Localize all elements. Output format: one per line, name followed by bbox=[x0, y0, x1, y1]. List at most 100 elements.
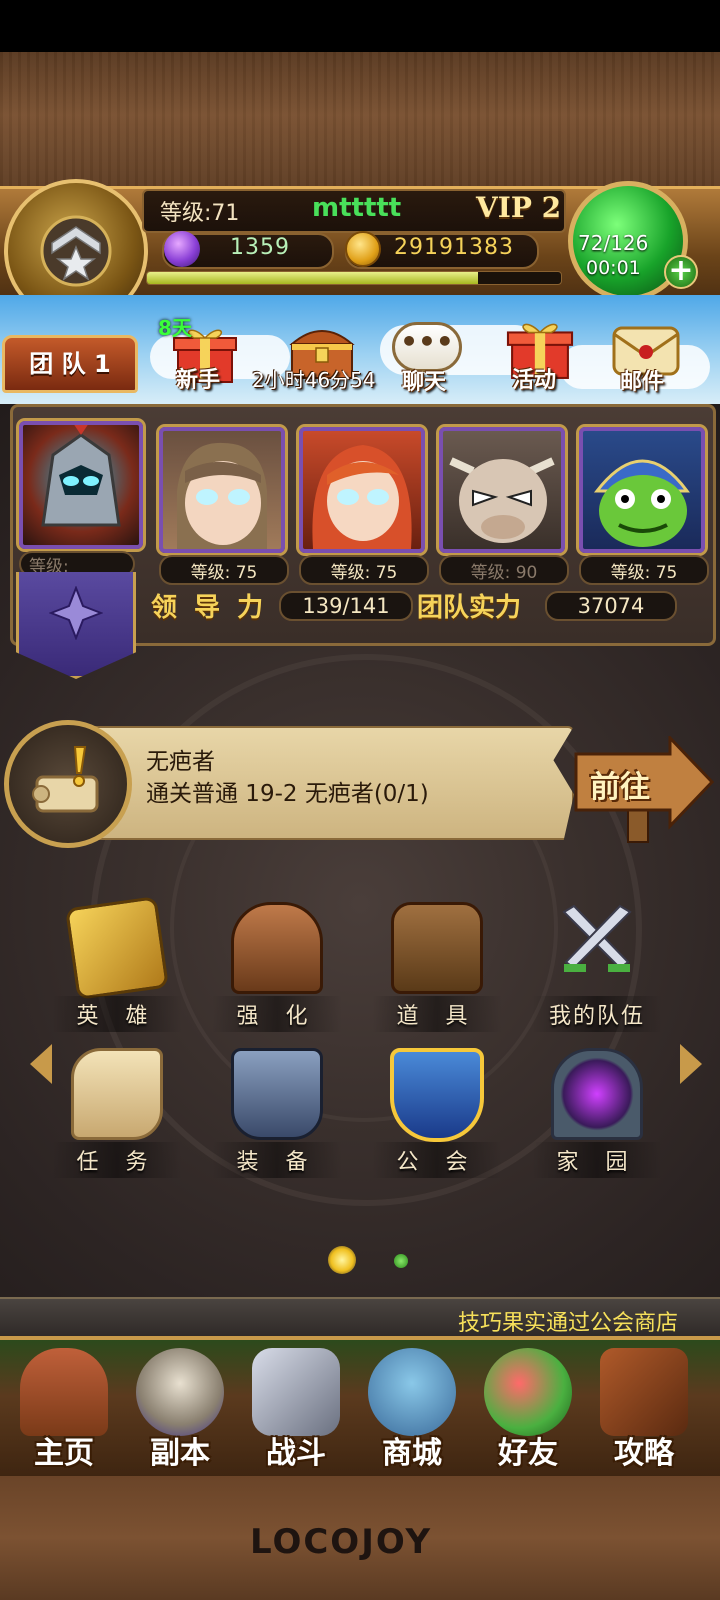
bull-hero-icon bbox=[449, 457, 555, 543]
stamina-timer: 00:01 bbox=[586, 257, 641, 279]
newbie-button[interactable]: 8天 新手 bbox=[158, 316, 250, 396]
hero-portrait-3[interactable] bbox=[439, 427, 565, 553]
exp-bar-fill bbox=[147, 272, 479, 284]
emblem-icon bbox=[49, 586, 103, 640]
next-page-arrow[interactable] bbox=[680, 1044, 702, 1084]
home-base-menu-button[interactable]: 家 园 bbox=[532, 1048, 662, 1178]
my-team-menu-button[interactable]: 我的队伍 bbox=[532, 902, 662, 1032]
brand-logo: LOCOJOY bbox=[250, 1522, 433, 1562]
stamina-value: 72/126 bbox=[578, 231, 649, 255]
guild-menu-button[interactable]: 公 会 bbox=[372, 1048, 502, 1178]
gold-count: 29191383 bbox=[394, 235, 514, 260]
equipment-menu-label: 装 备 bbox=[212, 1142, 342, 1178]
team-tab[interactable]: 团 队 1 bbox=[2, 335, 138, 393]
quest-title: 无疤者 bbox=[146, 749, 215, 775]
home-base-menu-label: 家 园 bbox=[532, 1142, 662, 1178]
nav-dungeon[interactable]: 副本 bbox=[124, 1344, 236, 1476]
gems-count: 1359 bbox=[230, 235, 290, 260]
star-chevron-icon bbox=[40, 215, 112, 287]
gold-coin-icon bbox=[345, 231, 381, 267]
frog-hero-icon bbox=[593, 459, 690, 547]
enhance-menu-button[interactable]: 强 化 bbox=[212, 902, 342, 1032]
elf-hero-icon bbox=[177, 442, 267, 549]
house-icon bbox=[20, 1348, 108, 1436]
nav-guide[interactable]: 攻略 bbox=[588, 1344, 700, 1476]
book-gear-icon bbox=[600, 1348, 688, 1436]
announcement-ticker: 技巧果实通过公会商店 bbox=[0, 1297, 720, 1341]
nav-guide-label: 攻略 bbox=[614, 1436, 674, 1471]
leadership-value: 139/141 bbox=[279, 591, 413, 621]
add-stamina-button[interactable]: + bbox=[664, 255, 698, 289]
activity-button[interactable]: 活动 bbox=[498, 316, 582, 396]
hero-menu-label: 英 雄 bbox=[52, 996, 182, 1032]
hero-level-2: 等级: 75 bbox=[299, 555, 429, 585]
quest-description: 通关普通 19-2 无疤者(0/1) bbox=[146, 781, 429, 807]
page-dot-inactive[interactable] bbox=[394, 1254, 408, 1268]
mail-label: 邮件 bbox=[620, 370, 665, 395]
hero-level-1: 等级: 75 bbox=[159, 555, 289, 585]
bottom-nav: 主页 副本 战斗 商城 好友 攻略 bbox=[0, 1336, 720, 1480]
ticker-text: 技巧果实通过公会商店 bbox=[458, 1311, 679, 1336]
quest-scroll-exclamation-icon bbox=[32, 746, 99, 813]
player-hud: 等级:71 mttttt VIP 2 1359 29191383 72/126 … bbox=[0, 179, 720, 323]
top-wood-border bbox=[0, 52, 720, 192]
hero-portrait-2[interactable] bbox=[299, 427, 425, 553]
quest-menu-label: 任 务 bbox=[52, 1142, 182, 1178]
nav-shop-label: 商城 bbox=[382, 1436, 442, 1471]
newbie-label: 新手 bbox=[176, 368, 221, 393]
equipment-menu-button[interactable]: 装 备 bbox=[212, 1048, 342, 1178]
my-team-menu-label: 我的队伍 bbox=[532, 996, 662, 1032]
items-menu-label: 道 具 bbox=[372, 996, 502, 1032]
page-dot-active[interactable] bbox=[328, 1246, 356, 1274]
chat-button[interactable]: ••• 聊天 bbox=[386, 318, 470, 398]
nav-friends-label: 好友 bbox=[498, 1436, 558, 1471]
quest-menu-button[interactable]: 任 务 bbox=[52, 1048, 182, 1178]
nav-home-label: 主页 bbox=[34, 1436, 94, 1471]
backpack-icon bbox=[391, 902, 483, 994]
chat-label: 聊天 bbox=[402, 370, 447, 395]
portal-gate-icon bbox=[551, 1048, 643, 1140]
guild-menu-label: 公 会 bbox=[372, 1142, 502, 1178]
nav-battle[interactable]: 战斗 bbox=[240, 1344, 352, 1476]
friends-icon bbox=[484, 1348, 572, 1436]
exp-bar bbox=[146, 271, 562, 285]
quest-banner[interactable]: 无疤者 通关普通 19-2 无疤者(0/1) 前往 bbox=[0, 720, 720, 856]
quest-scroll-icon bbox=[71, 1048, 163, 1140]
gem-icon bbox=[164, 231, 200, 267]
nav-dungeon-label: 副本 bbox=[150, 1436, 210, 1471]
nav-home[interactable]: 主页 bbox=[8, 1344, 120, 1476]
go-button-label: 前往 bbox=[590, 770, 650, 805]
player-level: 等级:71 bbox=[160, 201, 240, 226]
nav-friends[interactable]: 好友 bbox=[472, 1344, 584, 1476]
sword-axe-icon bbox=[252, 1348, 340, 1436]
skull-icon bbox=[136, 1348, 224, 1436]
nav-battle-label: 战斗 bbox=[266, 1436, 326, 1471]
nav-shop[interactable]: 商城 bbox=[356, 1344, 468, 1476]
go-button[interactable]: 前往 bbox=[574, 736, 714, 843]
team-power-value: 37074 bbox=[545, 591, 677, 621]
items-menu-button[interactable]: 道 具 bbox=[372, 902, 502, 1032]
bottom-wood-border: LOCOJOY bbox=[0, 1476, 720, 1600]
chest-button[interactable]: 2小时46分54 bbox=[252, 316, 378, 396]
quest-icon-ring bbox=[4, 720, 132, 848]
hero-level-4: 等级: 75 bbox=[579, 555, 709, 585]
vip-level[interactable]: VIP 2 bbox=[476, 191, 561, 224]
crossed-swords-icon bbox=[562, 904, 632, 972]
hero-level-3: 等级: 90 bbox=[439, 555, 569, 585]
leadership-label: 领 导 力 bbox=[151, 593, 268, 623]
anvil-icon bbox=[231, 1048, 323, 1140]
armored-hero-icon bbox=[41, 425, 121, 527]
monster-shop-icon bbox=[368, 1348, 456, 1436]
guild-shield-icon bbox=[390, 1048, 484, 1142]
leader-portrait[interactable] bbox=[19, 421, 143, 549]
function-grid: 英 雄 强 化 道 具 我的队伍 任 务 装 备 公 会 家 园 bbox=[0, 896, 720, 1182]
team-power-label: 团队实力 bbox=[417, 593, 522, 623]
prev-page-arrow[interactable] bbox=[30, 1044, 52, 1084]
mail-button[interactable]: 邮件 bbox=[604, 318, 688, 398]
hero-portrait-1[interactable] bbox=[159, 427, 285, 553]
newbie-days-badge: 8天 bbox=[158, 316, 192, 340]
redhair-hero-icon bbox=[312, 445, 412, 549]
hero-menu-button[interactable]: 英 雄 bbox=[52, 896, 182, 1032]
scroll-shield-icon bbox=[65, 896, 169, 1000]
hero-portrait-4[interactable] bbox=[579, 427, 705, 553]
